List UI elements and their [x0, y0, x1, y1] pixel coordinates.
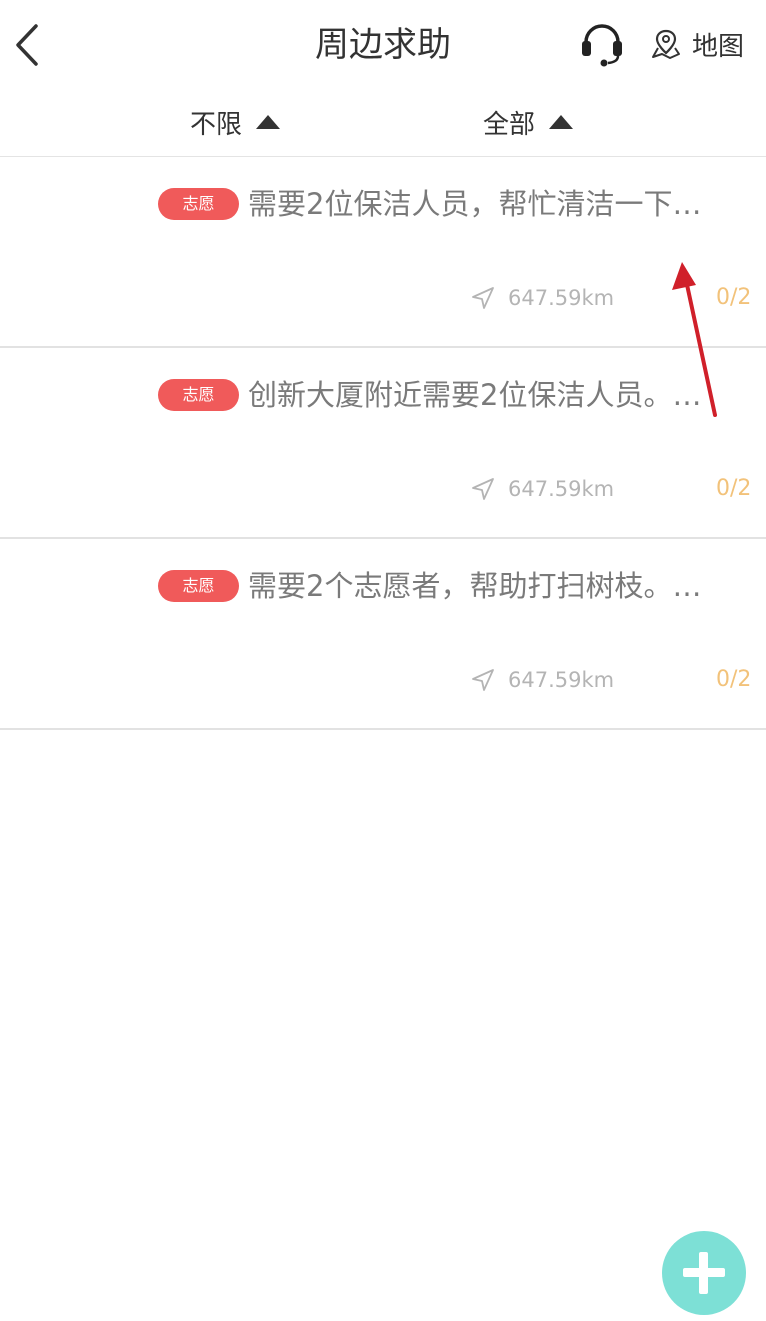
volunteer-tag: 志愿: [158, 570, 239, 602]
navigation-arrow-icon: [472, 669, 494, 691]
distance-info: 647.59km: [470, 474, 614, 504]
distance-value: 647.59km: [508, 286, 615, 310]
help-request-list: 志愿 需要2位保洁人员，帮忙清洁一下… 647.59km 0/2 志愿 创新大厦…: [0, 157, 766, 730]
add-request-button[interactable]: [662, 1231, 746, 1315]
distance-filter-label: 不限: [190, 109, 243, 140]
top-nav-bar: 周边求助 地图: [0, 0, 766, 90]
distance-value: 647.59km: [508, 668, 615, 692]
distance-value: 647.59km: [508, 477, 615, 501]
volunteer-tag: 志愿: [158, 188, 239, 220]
map-pin-icon: [652, 29, 680, 59]
annotation-arrow: [672, 262, 717, 417]
volunteer-tag: 志愿: [158, 379, 239, 411]
triangle-up-icon: [549, 115, 574, 129]
list-item[interactable]: 志愿 需要2位保洁人员，帮忙清洁一下… 647.59km 0/2: [0, 157, 766, 348]
distance-filter-dropdown[interactable]: 不限: [190, 102, 281, 142]
filter-bar: 不限 全部: [0, 90, 766, 157]
navigation-arrow-icon: [472, 287, 494, 309]
participant-count: 0/2: [716, 667, 752, 692]
distance-info: 647.59km: [470, 665, 614, 695]
triangle-up-icon: [256, 115, 281, 129]
list-item[interactable]: 志愿 创新大厦附近需要2位保洁人员。… 647.59km 0/2: [0, 348, 766, 539]
type-filter-label: 全部: [483, 109, 536, 140]
item-title: 需要2个志愿者，帮助打扫树枝。…: [248, 569, 702, 603]
item-title: 需要2位保洁人员，帮忙清洁一下…: [248, 187, 702, 221]
distance-info: 647.59km: [470, 283, 614, 313]
headset-icon: [582, 24, 622, 67]
list-item[interactable]: 志愿 需要2个志愿者，帮助打扫树枝。… 647.59km 0/2: [0, 539, 766, 730]
type-filter-dropdown[interactable]: 全部: [483, 102, 574, 142]
map-label: 地图: [692, 31, 745, 62]
map-button[interactable]: 地图: [650, 24, 744, 64]
navigation-arrow-icon: [472, 478, 494, 500]
customer-service-button[interactable]: [578, 22, 626, 68]
participant-count: 0/2: [716, 476, 752, 501]
